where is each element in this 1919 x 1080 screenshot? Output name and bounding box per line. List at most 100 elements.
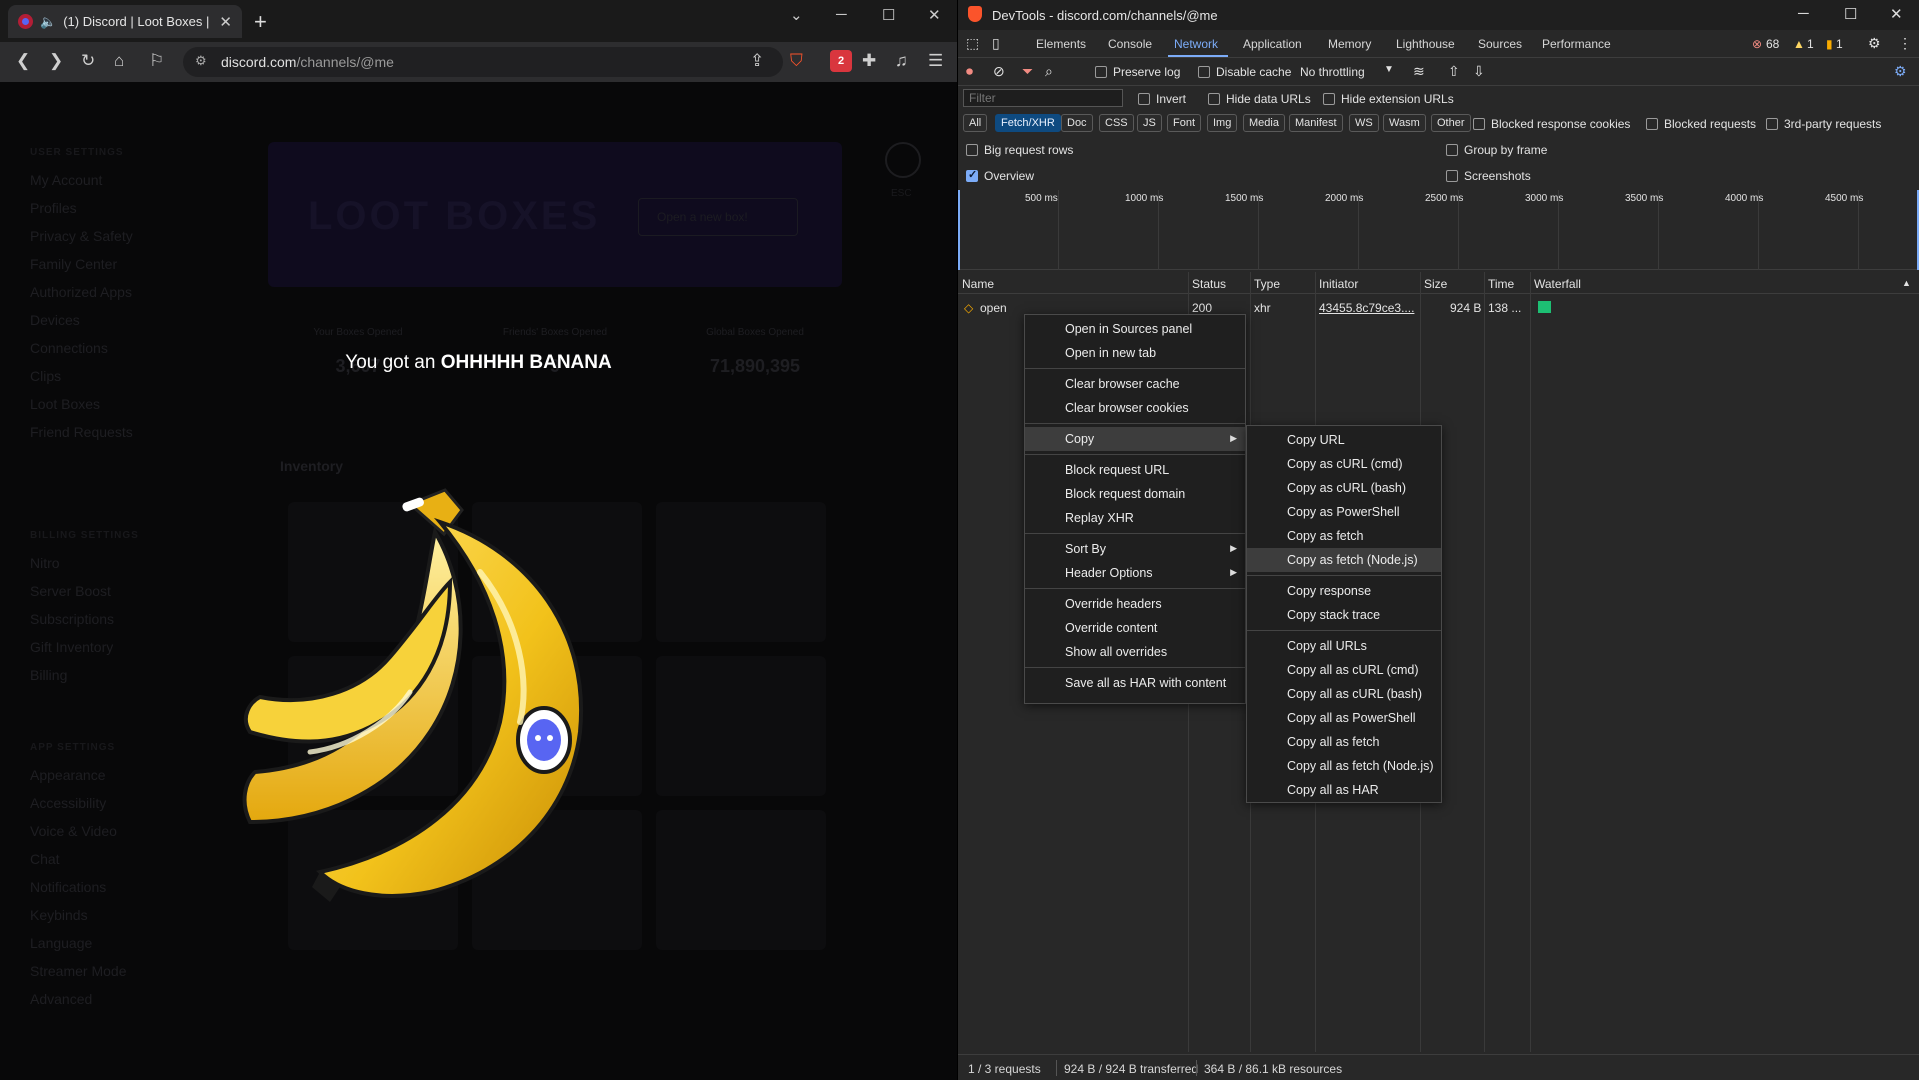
warning-icon[interactable]: ▲: [1793, 37, 1805, 51]
screenshots-checkbox[interactable]: Screenshots: [1446, 169, 1531, 183]
filter-chip-js[interactable]: JS: [1137, 114, 1162, 132]
speaker-icon[interactable]: 🔈: [40, 14, 56, 30]
device-toolbar-icon[interactable]: ▯: [992, 35, 1000, 52]
checkbox-box[interactable]: [1323, 93, 1335, 105]
extension-badge[interactable]: 2: [830, 50, 852, 72]
filter-funnel-icon[interactable]: ⏷: [1022, 63, 1033, 80]
browser-tab[interactable]: 🔈 (1) Discord | Loot Boxes | Use ✕: [8, 5, 242, 38]
checkbox-box[interactable]: [1766, 118, 1778, 130]
new-tab-icon[interactable]: +: [254, 9, 267, 35]
checkbox-box[interactable]: [1198, 66, 1210, 78]
menu-icon[interactable]: ☰: [928, 51, 943, 71]
bookmark-icon[interactable]: ⚐: [149, 51, 164, 71]
checkbox-box[interactable]: [1646, 118, 1658, 130]
checkbox-box[interactable]: [966, 168, 978, 182]
sidebar-item-gift-inventory[interactable]: Gift Inventory: [30, 639, 113, 655]
menu-item-save-all-as-har-with-content[interactable]: Save all as HAR with content: [1025, 671, 1245, 695]
submenu-item-copy-all-urls[interactable]: Copy all URLs: [1247, 634, 1441, 658]
close-settings-button[interactable]: [885, 142, 921, 178]
more-options-icon[interactable]: ⋮: [1898, 35, 1912, 52]
share-icon[interactable]: ⇪: [750, 51, 764, 71]
maximize-icon[interactable]: ☐: [1844, 5, 1857, 23]
menu-item-clear-browser-cache[interactable]: Clear browser cache: [1025, 372, 1245, 396]
submenu-item-copy-all-as-powershell[interactable]: Copy all as PowerShell: [1247, 706, 1441, 730]
overview-range-start-handle[interactable]: [958, 190, 960, 270]
sidebar-item-appearance[interactable]: Appearance: [30, 767, 106, 783]
close-window-icon[interactable]: ✕: [928, 6, 941, 24]
submenu-item-copy-response[interactable]: Copy response: [1247, 579, 1441, 603]
filter-chip-doc[interactable]: Doc: [1061, 114, 1093, 132]
sidebar-item-family-center[interactable]: Family Center: [30, 256, 117, 272]
sidebar-item-privacy-safety[interactable]: Privacy & Safety: [30, 228, 133, 244]
submenu-item-copy-all-as-fetch[interactable]: Copy all as fetch: [1247, 730, 1441, 754]
checkbox-box[interactable]: [1138, 93, 1150, 105]
checkbox-box[interactable]: [1095, 66, 1107, 78]
sidebar-item-voice-video[interactable]: Voice & Video: [30, 823, 117, 839]
tab-sources[interactable]: Sources: [1478, 37, 1522, 51]
menu-item-block-request-domain[interactable]: Block request domain: [1025, 482, 1245, 506]
tab-performance[interactable]: Performance: [1542, 37, 1611, 51]
menu-item-open-in-sources-panel[interactable]: Open in Sources panel: [1025, 317, 1245, 341]
sidebar-item-server-boost[interactable]: Server Boost: [30, 583, 111, 599]
column-status[interactable]: Status: [1192, 277, 1226, 291]
filter-chip-other[interactable]: Other: [1431, 114, 1471, 132]
record-icon[interactable]: ⏺: [966, 63, 973, 80]
column-time[interactable]: Time: [1488, 277, 1514, 291]
preserve-log-checkbox[interactable]: Preserve log: [1095, 65, 1180, 79]
third-party-requests-checkbox[interactable]: 3rd-party requests: [1766, 117, 1881, 131]
extensions-icon[interactable]: ✚: [862, 51, 876, 71]
site-info-icon[interactable]: ⚙: [195, 53, 207, 69]
checkbox-box[interactable]: [1473, 118, 1485, 130]
forward-icon[interactable]: ❯: [49, 51, 63, 71]
sidebar-item-chat[interactable]: Chat: [30, 851, 60, 867]
minimize-icon[interactable]: ─: [836, 6, 847, 23]
sidebar-item-loot-boxes[interactable]: Loot Boxes: [30, 396, 100, 412]
big-request-rows-checkbox[interactable]: Big request rows: [966, 143, 1073, 157]
network-overview-timeline[interactable]: 500 ms 1000 ms 1500 ms 2000 ms 2500 ms 3000 m…: [958, 190, 1919, 270]
sidebar-item-profiles[interactable]: Profiles: [30, 200, 77, 216]
sidebar-item-nitro[interactable]: Nitro: [30, 555, 60, 571]
blocked-requests-checkbox[interactable]: Blocked requests: [1646, 117, 1756, 131]
filter-chip-font[interactable]: Font: [1167, 114, 1202, 132]
import-har-icon[interactable]: ⇧: [1448, 63, 1460, 80]
submenu-item-copy-as-curl-cmd[interactable]: Copy as cURL (cmd): [1247, 452, 1441, 476]
clear-icon[interactable]: ⊘: [993, 63, 1005, 80]
group-by-frame-checkbox[interactable]: Group by frame: [1446, 143, 1547, 157]
checkbox-box[interactable]: [1446, 170, 1458, 182]
warning-count[interactable]: 1: [1807, 37, 1814, 51]
tab-network[interactable]: Network: [1174, 37, 1218, 51]
minimize-icon[interactable]: ─: [1798, 5, 1809, 22]
sidebar-item-devices[interactable]: Devices: [30, 312, 80, 328]
column-type[interactable]: Type: [1254, 277, 1280, 291]
settings-gear-icon[interactable]: ⚙: [1868, 35, 1881, 52]
column-waterfall[interactable]: Waterfall: [1534, 277, 1581, 291]
submenu-item-copy-all-as-curl-bash[interactable]: Copy all as cURL (bash): [1247, 682, 1441, 706]
menu-item-copy[interactable]: Copy ▶: [1025, 427, 1245, 451]
menu-item-replay-xhr[interactable]: Replay XHR: [1025, 506, 1245, 530]
sidebar-item-language[interactable]: Language: [30, 935, 92, 951]
submenu-item-copy-url[interactable]: Copy URL: [1247, 428, 1441, 452]
menu-item-sort-by[interactable]: Sort By ▶: [1025, 537, 1245, 561]
tab-memory[interactable]: Memory: [1328, 37, 1371, 51]
tab-console[interactable]: Console: [1108, 37, 1152, 51]
checkbox-box[interactable]: [1208, 93, 1220, 105]
search-icon[interactable]: ⌕: [1045, 63, 1053, 80]
sidebar-item-notifications[interactable]: Notifications: [30, 879, 106, 895]
blocked-response-cookies-checkbox[interactable]: Blocked response cookies: [1473, 117, 1630, 131]
checkbox-box[interactable]: [1446, 144, 1458, 156]
menu-item-open-in-new-tab[interactable]: Open in new tab: [1025, 341, 1245, 365]
tab-search-chevron-icon[interactable]: ⌄: [790, 6, 803, 24]
close-window-icon[interactable]: ✕: [1890, 5, 1903, 23]
request-initiator-link[interactable]: 43455.8c79ce3....: [1319, 301, 1414, 315]
filter-chip-wasm[interactable]: Wasm: [1383, 114, 1426, 132]
sidebar-item-subscriptions[interactable]: Subscriptions: [30, 611, 114, 627]
submenu-item-copy-as-curl-bash[interactable]: Copy as cURL (bash): [1247, 476, 1441, 500]
sidebar-item-accessibility[interactable]: Accessibility: [30, 795, 106, 811]
sidebar-item-advanced[interactable]: Advanced: [30, 991, 92, 1007]
tab-elements[interactable]: Elements: [1036, 37, 1086, 51]
menu-item-clear-browser-cookies[interactable]: Clear browser cookies: [1025, 396, 1245, 420]
filter-chip-img[interactable]: Img: [1207, 114, 1238, 132]
submenu-item-copy-as-fetch[interactable]: Copy as fetch: [1247, 524, 1441, 548]
sidebar-item-keybinds[interactable]: Keybinds: [30, 907, 88, 923]
submenu-item-copy-all-as-har[interactable]: Copy all as HAR: [1247, 778, 1441, 802]
